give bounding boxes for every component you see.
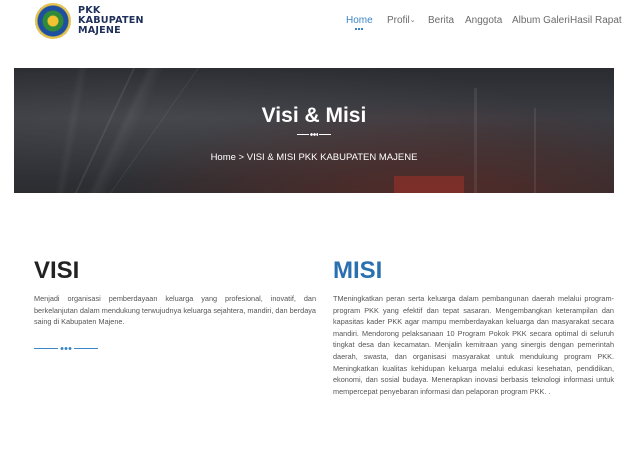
- visi-title: VISI: [34, 257, 80, 284]
- breadcrumb[interactable]: Home > VISI & MISI PKK KABUPATEN MAJENE: [14, 152, 614, 163]
- chevron-down-icon: ⌄: [409, 17, 416, 24]
- nav-berita[interactable]: Berita: [428, 15, 454, 26]
- divider-dots: [310, 132, 318, 137]
- site-header: PKK KABUPATEN MAJENE Home Profil⌄ Berita…: [0, 0, 628, 66]
- page-title: Visi & Misi: [261, 104, 367, 127]
- pkk-emblem-icon: [35, 3, 71, 39]
- banner-bg-structure: [74, 68, 136, 193]
- active-indicator: [355, 28, 364, 30]
- logo-line-3: MAJENE: [78, 25, 121, 36]
- visi-divider: [34, 346, 98, 351]
- nav-anggota-label: Anggota: [465, 15, 503, 26]
- nav-anggota[interactable]: Anggota: [465, 15, 502, 26]
- logo-text: PKK KABUPATEN MAJENE: [78, 6, 144, 36]
- page-banner: Visi & Misi Home > VISI & MISI PKK KABUP…: [14, 68, 614, 193]
- misi-text: TMeningkatkan peran serta keluarga dalam…: [333, 294, 614, 396]
- nav-home[interactable]: Home: [346, 15, 373, 30]
- nav-hasil-rapat[interactable]: Hasil Rapat: [570, 15, 622, 26]
- banner-bg-structure: [394, 176, 464, 193]
- site-logo[interactable]: PKK KABUPATEN MAJENE: [35, 3, 195, 45]
- nav-berita-label: Berita: [428, 15, 455, 26]
- title-divider: [297, 132, 331, 137]
- visi-text: Menjadi organisasi pemberdayaan keluarga…: [34, 294, 316, 327]
- nav-album-galeri-label: Album Galeri: [512, 15, 570, 26]
- main-nav: Home Profil⌄ Berita Anggota Album Galeri…: [314, 15, 622, 35]
- nav-profil[interactable]: Profil⌄: [387, 15, 416, 26]
- misi-title: MISI: [333, 257, 383, 284]
- nav-home-label: Home: [346, 15, 373, 26]
- nav-album-galeri[interactable]: Album Galeri: [512, 15, 570, 26]
- nav-profil-label: Profil: [387, 15, 410, 26]
- nav-hasil-rapat-label: Hasil Rapat: [570, 15, 622, 26]
